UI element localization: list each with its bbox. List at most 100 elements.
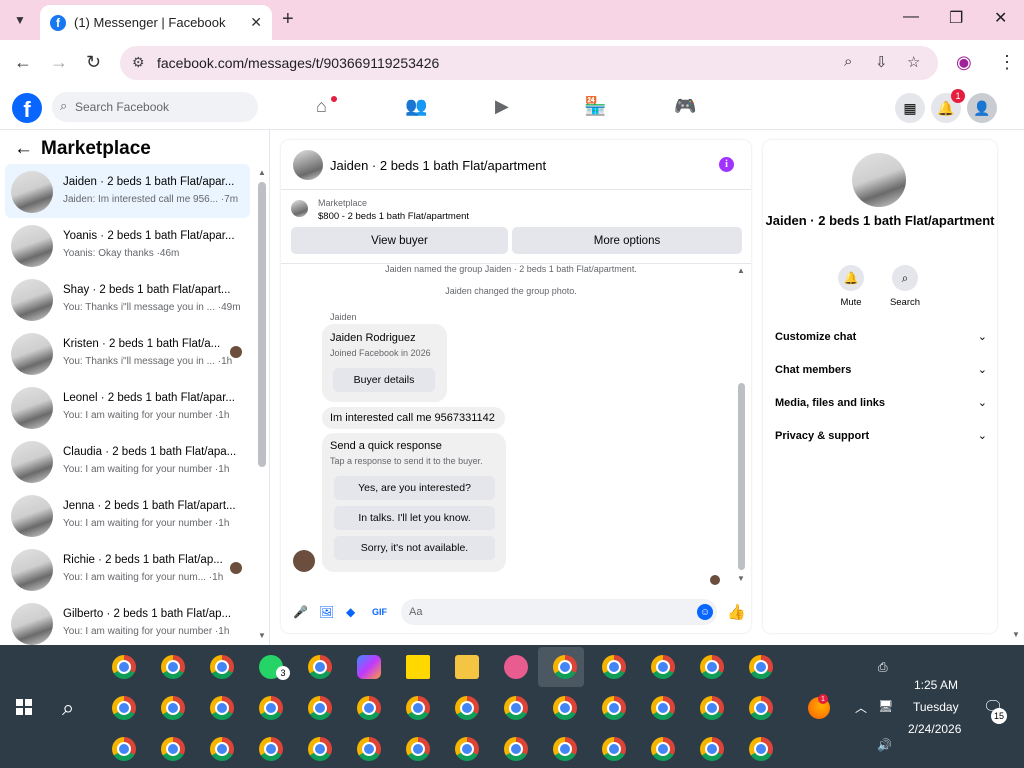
gif-icon[interactable]: GIF <box>372 607 387 617</box>
chrome-app-icon[interactable] <box>602 655 626 679</box>
address-bar[interactable]: ⚙ facebook.com/messages/t/90366911925342… <box>120 46 938 80</box>
chrome-app-icon[interactable] <box>504 737 528 761</box>
install-app-icon[interactable]: ⇩ <box>875 53 888 71</box>
network-icon[interactable]: 🖥 <box>878 699 893 713</box>
conversation-scrollbar[interactable] <box>738 383 745 570</box>
thumbs-up-icon[interactable]: 👍 <box>727 603 746 621</box>
chrome-app-icon[interactable] <box>749 737 773 761</box>
more-options-button[interactable]: More options <box>512 227 742 254</box>
quick-reply-yes-button[interactable]: Yes, are you interested? <box>334 476 495 500</box>
chrome-app-icon[interactable] <box>651 737 675 761</box>
chrome-app-icon[interactable] <box>112 737 136 761</box>
chrome-app-icon[interactable] <box>112 696 136 720</box>
chrome-app-icon[interactable] <box>455 737 479 761</box>
page-scroll-down-icon[interactable]: ▼ <box>1012 630 1020 639</box>
chat-avatar[interactable] <box>852 153 906 207</box>
chat-list-item[interactable]: Richie · 2 beds 1 bath Flat/ap... You: I … <box>5 542 250 596</box>
friends-icon[interactable]: 👥 <box>405 96 427 117</box>
chrome-app-icon[interactable] <box>112 655 136 679</box>
chrome-app-icon[interactable] <box>602 696 626 720</box>
quick-reply-in-talks-button[interactable]: In talks. I'll let you know. <box>334 506 495 530</box>
taskbar-camera-icon[interactable]: ⎙ <box>878 660 888 675</box>
video-icon[interactable]: ▶ <box>495 96 509 117</box>
photo-icon[interactable]: 🖼 <box>319 605 334 619</box>
chrome-app-icon[interactable] <box>308 696 332 720</box>
chrome-app-icon[interactable] <box>504 696 528 720</box>
site-info-icon[interactable]: ⚙ <box>132 54 145 71</box>
back-icon[interactable]: ← <box>14 52 32 73</box>
marketplace-icon[interactable]: 🏪 <box>584 96 606 117</box>
scroll-up-icon[interactable]: ▲ <box>737 266 745 275</box>
chrome-app-icon[interactable] <box>553 655 577 679</box>
facebook-search-box[interactable]: ⌕ Search Facebook <box>52 92 258 122</box>
forward-icon[interactable]: → <box>50 52 68 73</box>
chrome-app-icon[interactable] <box>749 655 773 679</box>
close-window-button[interactable]: ✕ <box>994 8 1007 28</box>
chrome-app-icon[interactable] <box>357 696 381 720</box>
browser-menu-icon[interactable]: ⋮ <box>998 52 1016 73</box>
view-buyer-button[interactable]: View buyer <box>291 227 508 254</box>
chat-list-item[interactable]: Claudia · 2 beds 1 bath Flat/apa... You: … <box>5 434 250 488</box>
maximize-button[interactable]: ❐ <box>949 8 963 28</box>
volume-icon[interactable]: 🔊 <box>877 738 892 752</box>
chat-list-scrollbar[interactable] <box>258 182 266 467</box>
privacy-support-row[interactable]: Privacy & support ⌄ <box>775 427 987 447</box>
conversation-title[interactable]: Jaiden · 2 beds 1 bath Flat/apartment <box>330 158 546 173</box>
menu-grid-icon[interactable]: ▦ <box>895 93 925 123</box>
chat-list-item[interactable]: Kristen · 2 beds 1 bath Flat/a... You: Th… <box>5 326 250 380</box>
url-text[interactable]: facebook.com/messages/t/903669119253426 <box>157 55 439 71</box>
chrome-app-icon[interactable] <box>161 696 185 720</box>
chrome-app-icon[interactable] <box>651 696 675 720</box>
chrome-app-icon[interactable] <box>161 655 185 679</box>
clock-date[interactable]: 2/24/2026 <box>908 722 961 736</box>
quick-reply-not-available-button[interactable]: Sorry, it's not available. <box>334 536 495 560</box>
chrome-app-icon[interactable] <box>700 696 724 720</box>
search-icon[interactable]: ⌕ <box>892 265 918 291</box>
chrome-app-icon[interactable] <box>259 737 283 761</box>
scroll-down-icon[interactable]: ▼ <box>737 574 745 583</box>
tab-search-dropdown[interactable]: ▼ <box>8 8 32 32</box>
browser-tab[interactable]: f (1) Messenger | Facebook ✕ <box>40 5 272 40</box>
chrome-app-icon[interactable] <box>455 696 479 720</box>
chrome-app-icon[interactable] <box>161 737 185 761</box>
chrome-app-icon[interactable] <box>700 655 724 679</box>
back-arrow-icon[interactable]: ← <box>14 138 33 159</box>
mute-bell-icon[interactable]: 🔔 <box>838 265 864 291</box>
chrome-app-icon[interactable] <box>749 696 773 720</box>
chrome-app-icon[interactable] <box>651 655 675 679</box>
chrome-app-icon[interactable] <box>210 655 234 679</box>
profile-icon[interactable]: ◉ <box>956 52 972 73</box>
close-tab-icon[interactable]: ✕ <box>250 14 262 31</box>
start-windows-icon[interactable] <box>16 699 32 715</box>
sticker-icon[interactable]: ◆ <box>346 605 355 619</box>
chrome-app-icon[interactable] <box>406 696 430 720</box>
buyer-details-button[interactable]: Buyer details <box>333 368 435 392</box>
customize-chat-row[interactable]: Customize chat ⌄ <box>775 328 987 348</box>
hidden-icons-chevron-icon[interactable]: ︿ <box>855 699 867 716</box>
chat-members-row[interactable]: Chat members ⌄ <box>775 361 987 381</box>
snipping-tool-app-icon[interactable] <box>504 655 528 679</box>
chrome-app-icon[interactable] <box>259 696 283 720</box>
reload-icon[interactable]: ↻ <box>86 52 101 73</box>
file-explorer-app-icon[interactable] <box>455 655 479 679</box>
zoom-icon[interactable]: ⌕ <box>844 53 852 70</box>
media-files-links-row[interactable]: Media, files and links ⌄ <box>775 394 987 414</box>
info-icon[interactable]: i <box>719 157 734 172</box>
new-tab-button[interactable]: + <box>282 8 294 31</box>
message-input[interactable]: Aa ☺ <box>401 599 717 625</box>
chrome-app-icon[interactable] <box>406 737 430 761</box>
chrome-app-icon[interactable] <box>210 737 234 761</box>
chrome-app-icon[interactable] <box>553 737 577 761</box>
gaming-icon[interactable]: 🎮 <box>674 96 696 117</box>
scroll-up-icon[interactable]: ▲ <box>258 168 266 177</box>
conversation-avatar[interactable] <box>293 150 323 180</box>
chat-list-item[interactable]: Leonel · 2 beds 1 bath Flat/apar... You: … <box>5 380 250 434</box>
chrome-app-icon[interactable] <box>308 655 332 679</box>
chat-list-item[interactable]: Shay · 2 beds 1 bath Flat/apart... You: T… <box>5 272 250 326</box>
chrome-app-icon[interactable] <box>553 696 577 720</box>
chrome-app-icon[interactable] <box>308 737 332 761</box>
clock-day[interactable]: Tuesday <box>913 700 959 714</box>
chrome-app-icon[interactable] <box>602 737 626 761</box>
taskbar-search-icon[interactable]: ⌕ <box>62 695 74 721</box>
chat-list-item[interactable]: Jaiden · 2 beds 1 bath Flat/apar... Jaide… <box>5 164 250 218</box>
